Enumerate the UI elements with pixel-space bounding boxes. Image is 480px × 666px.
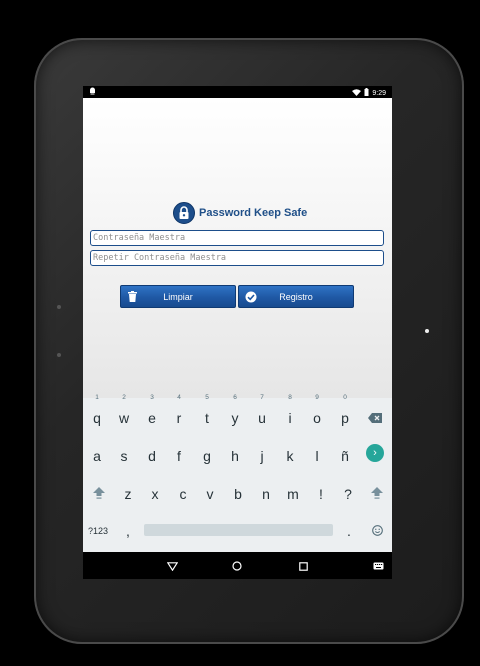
key-l[interactable]: l (304, 441, 330, 471)
shift-key-left[interactable] (86, 479, 112, 509)
check-circle-icon (244, 290, 257, 303)
shift-arrow-icon (93, 487, 105, 499)
key-n[interactable]: n (253, 479, 279, 509)
key-u[interactable]: 7u (249, 394, 275, 433)
key-exclamation[interactable]: ! (308, 479, 334, 509)
key-q[interactable]: 1q (84, 394, 110, 433)
backspace-key[interactable] (362, 403, 388, 433)
home-button[interactable] (230, 559, 244, 573)
register-button[interactable]: Registro (238, 285, 354, 308)
back-button[interactable] (165, 559, 179, 573)
key-period[interactable]: . (336, 516, 362, 546)
front-camera (425, 329, 429, 333)
key-d[interactable]: d (139, 441, 165, 471)
key-y[interactable]: 6y (222, 394, 248, 433)
app-header: Password Keep Safe (173, 202, 307, 224)
key-g[interactable]: g (194, 441, 220, 471)
app-title: Password Keep Safe (199, 207, 308, 219)
navigation-bar (83, 552, 392, 579)
app-screen: Password Keep Safe Limpiar Registro (83, 98, 392, 398)
symbols-key[interactable]: ?123 (83, 516, 113, 546)
bezel-sensor (57, 353, 61, 357)
key-n-tilde[interactable]: ñ (332, 441, 358, 471)
key-f[interactable]: f (166, 441, 192, 471)
key-v[interactable]: v (197, 479, 223, 509)
emoji-key[interactable] (364, 516, 390, 546)
key-j[interactable]: j (249, 441, 275, 471)
key-c[interactable]: c (170, 479, 196, 509)
shift-key-right[interactable] (364, 479, 390, 509)
space-key[interactable] (144, 524, 333, 536)
repeat-master-password-field[interactable] (90, 250, 384, 266)
key-w[interactable]: 2w (111, 394, 137, 433)
back-triangle-icon (166, 561, 178, 571)
key-t[interactable]: 5t (194, 394, 220, 433)
wifi-icon (352, 88, 362, 98)
key-i[interactable]: 8i (277, 394, 303, 433)
smiley-icon (371, 525, 383, 536)
device-screen: 9:29 Password Keep Safe Limpiar Registro… (83, 86, 392, 579)
key-r[interactable]: 4r (166, 394, 192, 433)
key-o[interactable]: 9o (304, 394, 330, 433)
battery-icon (364, 88, 369, 98)
key-b[interactable]: b (225, 479, 251, 509)
shift-arrow-icon (371, 487, 383, 499)
padlock-icon (173, 202, 195, 224)
key-z[interactable]: z (115, 479, 141, 509)
key-p[interactable]: 0p (332, 394, 358, 433)
home-circle-icon (232, 561, 242, 571)
key-x[interactable]: x (142, 479, 168, 509)
key-question[interactable]: ? (335, 479, 361, 509)
status-bar: 9:29 (83, 86, 392, 98)
key-e[interactable]: 3e (139, 394, 165, 433)
key-k[interactable]: k (277, 441, 303, 471)
key-h[interactable]: h (222, 441, 248, 471)
keyboard-switch-button[interactable] (371, 559, 385, 573)
clear-button[interactable]: Limpiar (120, 285, 236, 308)
recents-square-icon (298, 561, 308, 571)
key-a[interactable]: a (84, 441, 110, 471)
key-m[interactable]: m (280, 479, 306, 509)
trash-icon (126, 290, 139, 303)
bezel-sensor (57, 305, 61, 309)
status-time: 9:29 (372, 89, 386, 97)
enter-key[interactable]: › (366, 444, 384, 462)
key-s[interactable]: s (111, 441, 137, 471)
android-notification-icon (89, 87, 96, 97)
master-password-field[interactable] (90, 230, 384, 246)
key-comma[interactable]: , (115, 516, 141, 546)
recents-button[interactable] (296, 559, 310, 573)
backspace-icon (368, 413, 382, 423)
chevron-right-icon: › (373, 447, 377, 459)
keyboard-icon (373, 562, 383, 570)
on-screen-keyboard: 1q 2w 3e 4r 5t 6y 7u 8i 9o 0p a s d f g … (83, 394, 392, 552)
